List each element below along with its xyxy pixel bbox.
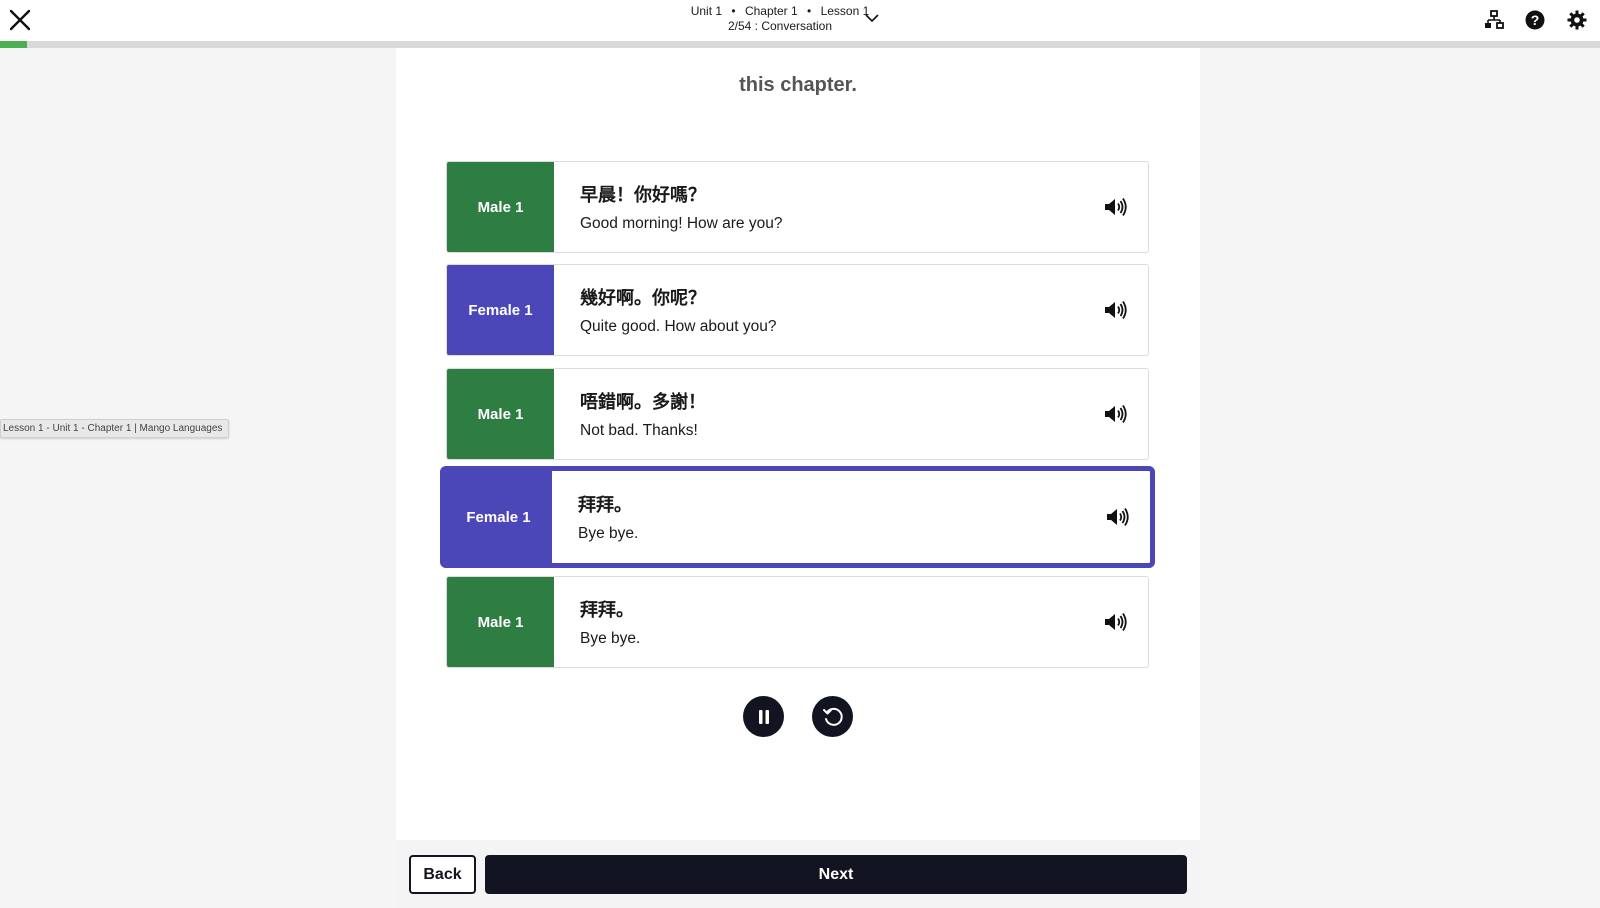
svg-text:?: ? [1531,12,1540,28]
line-translation: Not bad. Thanks! [580,422,698,439]
line-translation: Bye bye. [580,630,641,647]
line-translation: Good morning! How are you? [580,215,783,232]
conversation-line[interactable]: Male 1 早晨！你好嗎？ Good morning! How are you… [446,161,1149,253]
breadcrumb-separator: • [807,4,812,18]
breadcrumb-unit: Unit 1 [690,4,723,18]
chevron-down-icon [865,13,879,22]
lesson-progress-fill [0,41,28,48]
help-icon: ? [1525,10,1545,30]
speaker-icon [1105,405,1127,423]
next-button[interactable]: Next [485,855,1187,894]
play-audio-button[interactable] [1084,265,1148,355]
speaker-icon [1105,301,1127,319]
help-button[interactable]: ? [1524,9,1546,31]
speaker-icon [1107,508,1129,526]
line-text: 拜拜。 Bye bye. [552,471,1086,563]
play-audio-button[interactable] [1084,162,1148,252]
play-audio-button[interactable] [1086,471,1150,563]
speaker-icon [1105,198,1127,216]
line-native-text: 拜拜。 [580,600,634,620]
top-bar: Unit 1 • Chapter 1 • Lesson 1 2/54 : Con… [0,0,1600,41]
bottom-navigation: Back Next [396,840,1200,908]
close-icon [9,9,31,31]
page-title-tooltip: Lesson 1 - Unit 1 - Chapter 1 | Mango La… [0,419,230,438]
play-audio-button[interactable] [1084,577,1148,667]
speaker-label: Male 1 [447,162,554,252]
line-native-text: 早晨！你好嗎？ [580,185,706,205]
settings-button[interactable] [1566,9,1588,31]
speaker-label: Male 1 [447,577,554,667]
lesson-progress-bar [0,41,1600,48]
replay-button[interactable] [812,696,853,737]
speaker-label: Female 1 [445,471,552,563]
conversation-line[interactable]: Female 1 幾好啊。你呢？ Quite good. How about y… [446,264,1149,356]
play-audio-button[interactable] [1084,369,1148,459]
breadcrumb-toggle[interactable] [862,9,882,27]
conversation-line-active[interactable]: Female 1 拜拜。 Bye bye. [440,466,1155,568]
playback-controls [396,696,1200,740]
line-native-text: 拜拜。 [578,495,632,515]
line-native-text: 幾好啊。你呢？ [580,288,706,308]
line-text: 幾好啊。你呢？ Quite good. How about you? [554,265,1084,355]
line-translation: Bye bye. [578,525,639,542]
speaker-label: Male 1 [447,369,554,459]
replay-icon [822,707,843,726]
line-native-text: 唔錯啊。多謝！ [580,392,706,412]
breadcrumb-separator: • [731,4,736,18]
pause-button[interactable] [743,696,784,737]
outline-button[interactable] [1483,9,1505,31]
line-translation: Quite good. How about you? [580,318,777,335]
line-text: 早晨！你好嗎？ Good morning! How are you? [554,162,1084,252]
breadcrumb-chapter: Chapter 1 [744,4,798,18]
close-button[interactable] [6,6,34,34]
line-text: 唔錯啊。多謝！ Not bad. Thanks! [554,369,1084,459]
gear-icon [1567,10,1587,30]
pause-icon [758,709,769,724]
back-button[interactable]: Back [409,855,476,894]
speaker-label: Female 1 [447,265,554,355]
conversation-line[interactable]: Male 1 唔錯啊。多謝！ Not bad. Thanks! [446,368,1149,460]
line-text: 拜拜。 Bye bye. [554,577,1084,667]
speaker-icon [1105,613,1127,631]
conversation-panel: this chapter. Male 1 早晨！你好嗎？ Good mornin… [396,48,1200,840]
conversation-line[interactable]: Male 1 拜拜。 Bye bye. [446,576,1149,668]
hierarchy-icon [1485,10,1504,29]
chapter-heading: this chapter. [739,74,857,96]
